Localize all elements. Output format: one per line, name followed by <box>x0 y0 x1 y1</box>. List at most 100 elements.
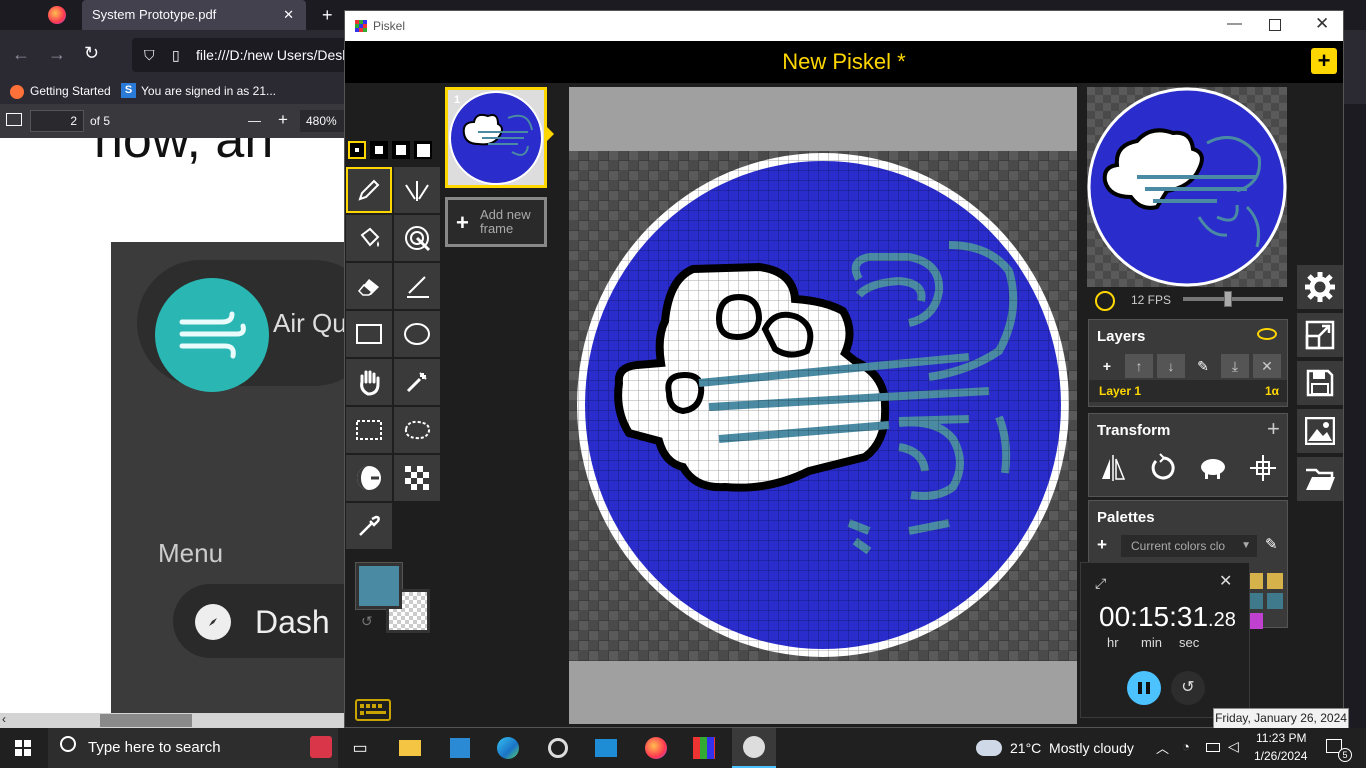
export-image-icon[interactable] <box>1297 409 1343 453</box>
palette-swatch[interactable] <box>1267 593 1283 609</box>
rotate-icon[interactable] <box>1141 446 1185 490</box>
vscode-icon[interactable] <box>446 734 474 762</box>
close-tab-icon[interactable]: ✕ <box>283 0 294 30</box>
move-tool[interactable] <box>346 359 392 405</box>
zoom-in-button[interactable]: + <box>278 110 288 130</box>
clock-date[interactable]: 1/26/2024 <box>1254 749 1307 763</box>
clock-time[interactable]: 11:23 PM <box>1256 731 1306 745</box>
piskel-taskbar-icon[interactable] <box>690 734 718 762</box>
forward-icon[interactable]: → <box>48 44 66 65</box>
clone-sheep-icon[interactable] <box>1191 446 1235 490</box>
layer-opacity[interactable]: 1α <box>1265 384 1279 398</box>
firefox-icon[interactable] <box>642 734 670 762</box>
dithering-tool[interactable] <box>394 455 440 501</box>
pen-size-4[interactable] <box>414 141 432 159</box>
windows-start-icon[interactable] <box>15 740 31 756</box>
stroke-tool[interactable] <box>394 263 440 309</box>
add-layer-button[interactable]: + <box>1093 354 1121 378</box>
task-view-icon[interactable]: ▭ <box>346 734 374 762</box>
horizontal-scrollbar[interactable]: ‹ <box>0 712 344 728</box>
eraser-tool[interactable] <box>346 263 392 309</box>
center-align-icon[interactable] <box>1241 446 1285 490</box>
lasso-select-tool[interactable] <box>394 407 440 453</box>
palette-select[interactable]: Current colors clo ▼ <box>1121 535 1257 557</box>
paint-bucket-tool[interactable] <box>346 215 392 261</box>
edge-icon[interactable] <box>494 734 522 762</box>
eye-icon[interactable] <box>1257 328 1277 340</box>
wifi-icon[interactable]: ◔ <box>1182 739 1190 754</box>
merge-layer-icon[interactable]: ⤓ <box>1221 354 1249 378</box>
maximize-button[interactable] <box>1269 19 1281 31</box>
minimize-button[interactable]: — <box>1227 15 1242 32</box>
move-layer-down-icon[interactable]: ↓ <box>1157 354 1185 378</box>
new-sprite-button[interactable]: + <box>1311 48 1337 74</box>
transform-panel: Transform + <box>1088 413 1288 497</box>
sidebar-toggle-icon[interactable] <box>6 113 22 126</box>
primary-color-front[interactable] <box>356 563 402 609</box>
fps-slider-thumb[interactable] <box>1224 291 1233 307</box>
chatgpt-icon[interactable] <box>544 734 572 762</box>
lighten-icon <box>357 466 381 490</box>
layers-panel: Layers + ↑ ↓ ✎ ⤓ ✕ Layer 1 1α <box>1088 319 1288 407</box>
taskbar-search[interactable]: Type here to search <box>48 728 338 768</box>
circle-tool[interactable] <box>394 311 440 357</box>
rectangle-tool[interactable] <box>346 311 392 357</box>
firefox-menu-icon[interactable] <box>48 6 66 24</box>
new-tab-button[interactable]: + <box>312 0 343 30</box>
bookmark-getting-started[interactable]: Getting Started <box>30 84 111 98</box>
layer-row[interactable]: Layer 1 1α <box>1089 380 1287 402</box>
clock-app-icon[interactable] <box>732 728 776 768</box>
delete-layer-icon[interactable]: ✕ <box>1253 354 1281 378</box>
pen-tool[interactable] <box>346 167 392 213</box>
flip-icon[interactable] <box>1091 446 1135 490</box>
spray-tool[interactable] <box>394 215 440 261</box>
pen-size-1[interactable] <box>348 141 366 159</box>
color-picker-tool[interactable] <box>346 503 392 549</box>
expand-icon[interactable]: ⤢ <box>1095 575 1106 592</box>
rectangle-select-tool[interactable] <box>346 407 392 453</box>
frame-thumbnail[interactable]: 1 <box>445 87 547 188</box>
reset-button[interactable]: ↺ <box>1171 671 1205 705</box>
palette-swatch[interactable] <box>1267 573 1283 589</box>
shape-select-tool[interactable] <box>394 359 440 405</box>
add-frame-button[interactable]: + Add new frame <box>445 197 547 247</box>
close-window-button[interactable]: ✕ <box>1315 14 1329 34</box>
zoom-select[interactable]: 480% <box>300 110 344 132</box>
transform-expand-icon[interactable]: + <box>1267 416 1280 442</box>
drawing-canvas[interactable] <box>569 87 1077 724</box>
vertical-mirror-tool[interactable] <box>394 167 440 213</box>
scroll-left-icon[interactable]: ‹ <box>2 712 6 726</box>
edit-palette-icon[interactable]: ✎ <box>1265 535 1278 553</box>
pen-size-3[interactable] <box>392 141 410 159</box>
move-layer-up-icon[interactable]: ↑ <box>1125 354 1153 378</box>
save-icon[interactable] <box>1297 361 1343 405</box>
file-explorer-icon[interactable] <box>396 734 424 762</box>
weather-text[interactable]: 21°C Mostly cloudy <box>1010 740 1134 756</box>
open-folder-icon[interactable] <box>1297 457 1343 501</box>
swap-colors-icon[interactable]: ↺ <box>361 613 373 630</box>
bookmark-signed-in[interactable]: You are signed in as 21... <box>141 84 276 98</box>
fps-slider[interactable] <box>1183 291 1283 307</box>
lighten-tool[interactable] <box>346 455 392 501</box>
close-widget-icon[interactable]: ✕ <box>1219 571 1232 591</box>
browser-tab[interactable]: System Prototype.pdf ✕ <box>82 0 306 30</box>
pen-size-2[interactable] <box>370 141 388 159</box>
zoom-out-button[interactable]: — <box>248 113 261 128</box>
reload-icon[interactable]: ↻ <box>84 43 99 64</box>
video-app-icon[interactable] <box>592 734 620 762</box>
scroll-thumb[interactable] <box>100 714 192 727</box>
resize-icon[interactable] <box>1297 313 1343 357</box>
show-hidden-icons[interactable]: ︿ <box>1156 738 1169 757</box>
shield-icon[interactable]: ⛉ <box>144 38 155 72</box>
volume-icon[interactable]: ◁ <box>1228 738 1239 755</box>
pause-button[interactable] <box>1127 671 1161 705</box>
vertical-mirror-icon <box>405 181 429 201</box>
keyboard-shortcuts-icon[interactable] <box>355 699 391 721</box>
back-icon[interactable]: ← <box>12 44 30 65</box>
add-palette-button[interactable]: + <box>1097 535 1107 555</box>
battery-icon[interactable] <box>1206 743 1220 752</box>
settings-gear-icon[interactable] <box>1297 265 1343 309</box>
onion-skin-icon[interactable] <box>1095 291 1115 311</box>
page-number-input[interactable] <box>30 110 84 132</box>
edit-layer-icon[interactable]: ✎ <box>1189 354 1217 378</box>
